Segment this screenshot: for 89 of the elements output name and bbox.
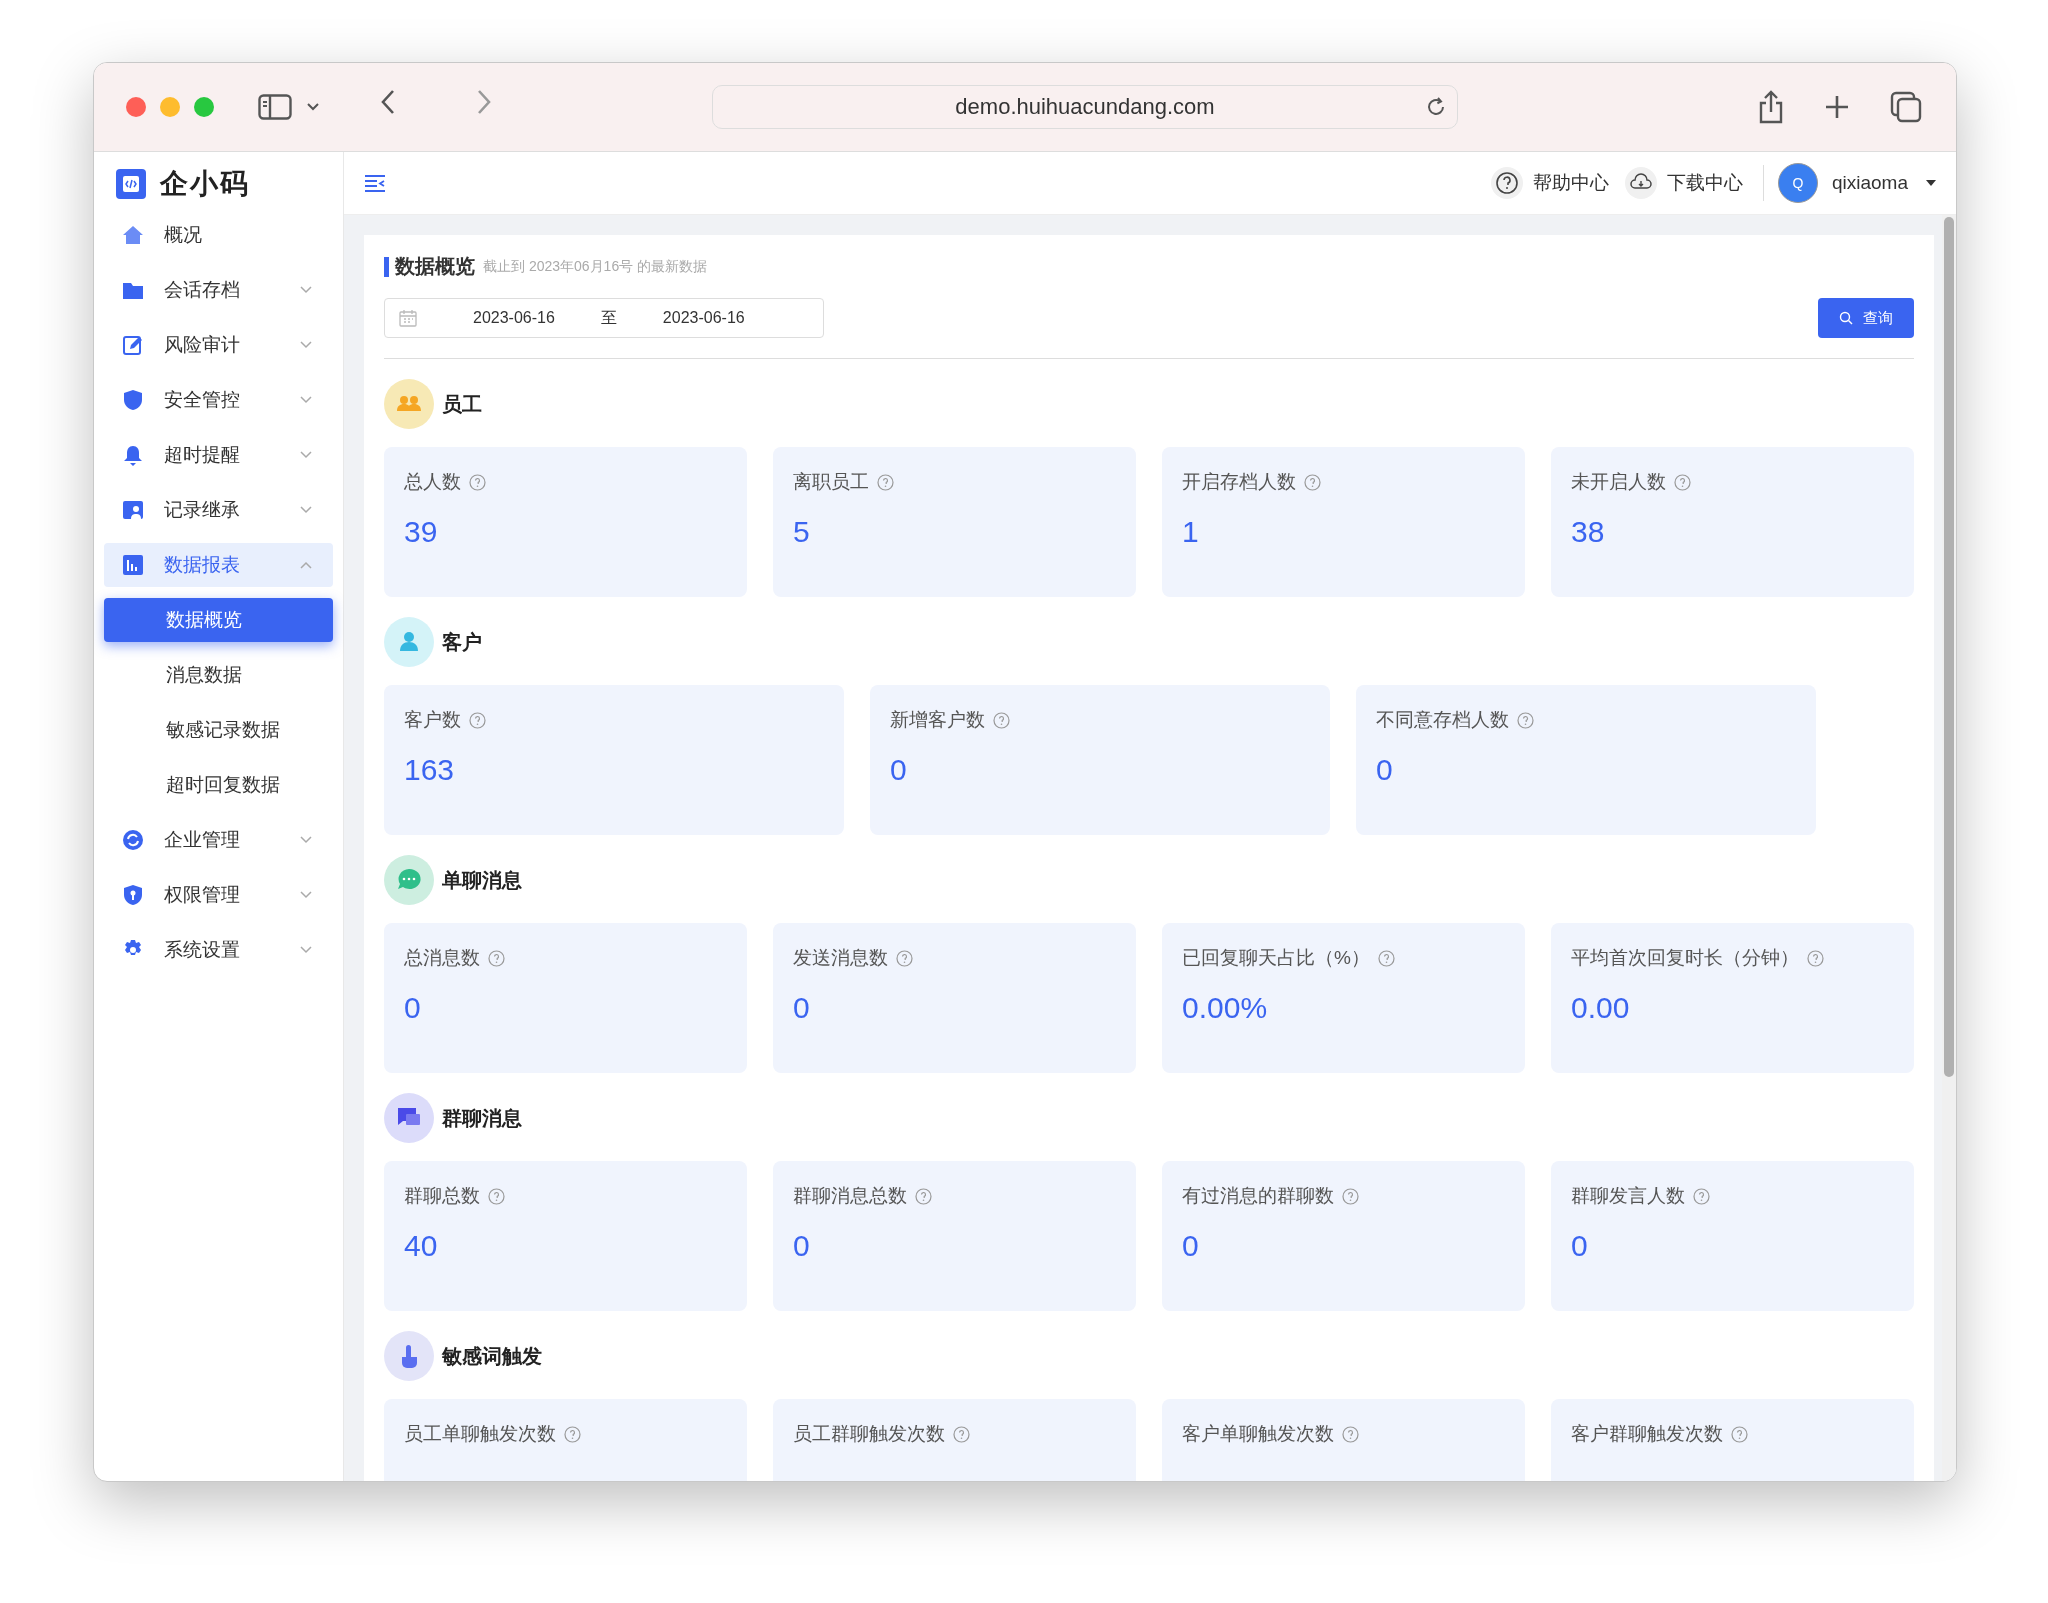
stat-label: 平均首次回复时长（分钟） <box>1571 946 1799 970</box>
share-icon[interactable] <box>1758 90 1784 124</box>
new-tab-icon[interactable] <box>1824 94 1850 120</box>
stat-value: 0 <box>793 1229 811 1263</box>
logo-icon <box>116 169 146 199</box>
stat-label: 发送消息数 <box>793 946 888 970</box>
sync-icon <box>122 829 144 851</box>
sub-nav-item[interactable]: 数据概览 <box>104 598 333 642</box>
stat-value: 163 <box>404 753 456 787</box>
stat-label: 客户单聊触发次数 <box>1182 1422 1334 1446</box>
nav-item[interactable]: 超时提醒 <box>104 433 333 477</box>
stat-value: 5 <box>793 515 811 549</box>
stat-value: 39 <box>404 515 439 549</box>
nav-item[interactable]: 风险审计 <box>104 323 333 367</box>
cloud-download-icon[interactable] <box>1624 167 1657 199</box>
stat-label: 不同意存档人数 <box>1376 708 1509 732</box>
stat-value: 40 <box>404 1229 439 1263</box>
tabs-overview-icon[interactable] <box>1890 91 1922 123</box>
sub-nav-item[interactable]: 消息数据 <box>104 653 333 697</box>
sidebar-toggle-icon[interactable] <box>258 94 292 120</box>
page-title: 数据概览 <box>395 254 475 279</box>
stat-value: 0 <box>1571 1229 1589 1263</box>
stat-label: 总人数 <box>404 470 461 494</box>
section-title: 单聊消息 <box>442 867 522 893</box>
stat-value: 0 <box>1376 753 1394 787</box>
section-title: 客户 <box>442 629 482 655</box>
zoom-button[interactable] <box>194 97 214 117</box>
nav-item[interactable]: 概况 <box>104 213 333 257</box>
stat-value: 38 <box>1571 515 1606 549</box>
nav-item[interactable]: 安全管控 <box>104 378 333 422</box>
caret-icon[interactable] <box>1926 180 1936 186</box>
key-icon <box>122 884 144 906</box>
stat-label: 员工单聊触发次数 <box>404 1422 556 1446</box>
close-button[interactable] <box>126 97 146 117</box>
minimize-button[interactable] <box>160 97 180 117</box>
section-title: 员工 <box>442 391 482 417</box>
stat-value: 0 <box>793 991 811 1025</box>
title-accent-bar <box>384 256 389 277</box>
sub-nav-item[interactable]: 敏感记录数据 <box>104 708 333 752</box>
nav-item[interactable]: 权限管理 <box>104 873 333 917</box>
stat-label: 有过消息的群聊数 <box>1182 1184 1334 1208</box>
user-avatar[interactable]: Q <box>1777 163 1818 203</box>
stat-label: 群聊发言人数 <box>1571 1184 1685 1208</box>
stat-label: 总消息数 <box>404 946 480 970</box>
search-icon <box>1839 311 1853 325</box>
stat-label: 员工群聊触发次数 <box>793 1422 945 1446</box>
menu-icon[interactable] <box>364 174 386 192</box>
calendar-icon <box>399 309 417 327</box>
person-icon <box>122 499 144 521</box>
stat-value: 0.00 <box>1571 991 1631 1025</box>
stat-value: 0 <box>1182 1229 1200 1263</box>
help-center-link[interactable]: 帮助中心 <box>1532 170 1609 196</box>
page-subtitle: 截止到 2023年06月16号 的最新数据 <box>483 257 708 276</box>
stat-label: 客户数 <box>404 708 461 732</box>
stat-label: 群聊总数 <box>404 1184 480 1208</box>
stat-label: 客户群聊触发次数 <box>1571 1422 1723 1446</box>
nav-item[interactable]: 数据报表 <box>104 543 333 587</box>
stat-value: 0.00% <box>1182 991 1269 1025</box>
sub-nav-item[interactable]: 超时回复数据 <box>104 763 333 807</box>
section-title: 群聊消息 <box>442 1105 522 1131</box>
logo-text: 企小码 <box>160 167 250 201</box>
scrollbar[interactable] <box>1942 215 1956 1481</box>
nav-item[interactable]: 企业管理 <box>104 818 333 862</box>
address-bar[interactable]: demo.huihuacundang.com <box>712 85 1458 129</box>
nav-item[interactable]: 记录继承 <box>104 488 333 532</box>
bell-icon <box>122 444 144 466</box>
download-center-link[interactable]: 下载中心 <box>1666 170 1743 196</box>
stat-value: 0 <box>404 991 422 1025</box>
stat-value: 0 <box>890 753 908 787</box>
query-button[interactable]: 查询 <box>1818 298 1914 338</box>
home-icon <box>122 224 144 246</box>
username[interactable]: qixiaoma <box>1831 172 1908 194</box>
nav-item[interactable]: 会话存档 <box>104 268 333 312</box>
nav-item[interactable]: 系统设置 <box>104 928 333 972</box>
help-icon[interactable] <box>1490 167 1523 199</box>
section-title: 敏感词触发 <box>442 1343 542 1369</box>
stat-label: 离职员工 <box>793 470 869 494</box>
chart-icon <box>122 554 144 576</box>
stat-label: 已回复聊天占比（%） <box>1182 946 1370 970</box>
stat-label: 未开启人数 <box>1571 470 1666 494</box>
stat-value: 1 <box>1182 515 1200 549</box>
edit-icon <box>122 334 144 356</box>
reload-icon[interactable] <box>1425 96 1447 118</box>
chevron-down-icon[interactable] <box>306 102 320 112</box>
date-range-field[interactable]: 2023-06-16 至 2023-06-16 <box>384 298 824 338</box>
shield-icon <box>122 389 144 411</box>
stat-label: 新增客户数 <box>890 708 985 732</box>
stat-label: 开启存档人数 <box>1182 470 1296 494</box>
stat-label: 群聊消息总数 <box>793 1184 907 1208</box>
